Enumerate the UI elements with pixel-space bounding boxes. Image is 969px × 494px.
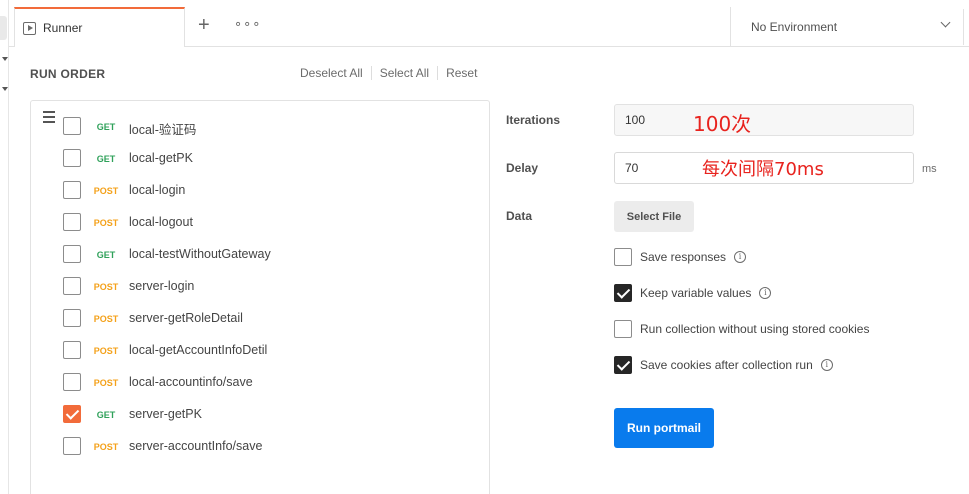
request-name: server-getPK	[129, 407, 202, 421]
environment-selector[interactable]: No Environment	[730, 7, 969, 47]
divider	[963, 9, 969, 45]
option-label: Run collection without using stored cook…	[640, 322, 870, 336]
tab-runner[interactable]: Runner	[14, 7, 185, 47]
request-name: server-login	[129, 279, 195, 293]
request-checkbox[interactable]	[63, 213, 81, 231]
option-label: Keep variable values	[640, 286, 752, 300]
request-row[interactable]: GET local-testWithoutGateway	[31, 238, 489, 270]
run-button[interactable]: Run portmail	[614, 408, 714, 448]
option-row[interactable]: Keep variable values i	[614, 284, 772, 302]
iterations-input[interactable]	[614, 104, 914, 136]
http-method-badge: POST	[93, 186, 119, 196]
reset-link[interactable]: Reset	[446, 66, 477, 80]
delay-annotation: 每次间隔70ms	[702, 159, 824, 180]
chevron-down-icon	[940, 17, 951, 28]
plus-icon[interactable]: +	[198, 15, 210, 35]
tab-title: Runner	[43, 21, 83, 35]
request-row[interactable]: POST local-logout	[31, 206, 489, 238]
option-label: Save responses	[640, 250, 727, 264]
option-row[interactable]: Run collection without using stored cook…	[614, 320, 869, 338]
http-method-badge: POST	[93, 378, 119, 388]
request-name: local-logout	[129, 215, 193, 229]
request-name: local-getPK	[129, 151, 193, 165]
run-order-list: GET local-验证码 GET local-getPK POST local-logi…	[30, 100, 490, 494]
option-row[interactable]: Save responses i	[614, 248, 747, 266]
selection-actions: Deselect All Select All Reset	[300, 66, 477, 80]
select-file-button[interactable]: Select File	[614, 201, 694, 232]
http-method-badge: POST	[93, 346, 119, 356]
request-name: local-testWithoutGateway	[129, 247, 271, 261]
caret-down-icon[interactable]	[2, 87, 8, 91]
data-label: Data	[506, 209, 533, 223]
info-icon[interactable]: i	[734, 251, 747, 263]
info-icon[interactable]: i	[820, 359, 833, 371]
http-method-badge: GET	[96, 410, 116, 420]
request-name: server-getRoleDetail	[129, 311, 243, 325]
request-checkbox[interactable]	[63, 149, 81, 167]
divider	[437, 66, 439, 80]
request-row[interactable]: GET local-验证码	[31, 110, 489, 142]
option-checkbox[interactable]	[614, 248, 632, 266]
runner-icon	[23, 21, 36, 35]
request-checkbox[interactable]	[63, 341, 81, 359]
request-checkbox[interactable]	[63, 181, 81, 199]
option-label: Save cookies after collection run	[640, 358, 813, 372]
request-checkbox[interactable]	[63, 117, 81, 135]
request-checkbox[interactable]	[63, 277, 81, 295]
request-row[interactable]: POST local-login	[31, 174, 489, 206]
option-checkbox[interactable]	[614, 356, 632, 374]
request-name: local-login	[129, 183, 186, 197]
request-checkbox[interactable]	[63, 373, 81, 391]
http-method-badge: GET	[96, 250, 116, 260]
tab-bar: Runner + ∘∘∘ No Environment	[9, 0, 969, 47]
http-method-badge: GET	[96, 122, 116, 132]
request-name: server-accountInfo/save	[129, 439, 263, 453]
request-checkbox[interactable]	[63, 245, 81, 263]
sidebar-fragment	[0, 16, 7, 40]
delay-unit: ms	[922, 163, 937, 175]
option-row[interactable]: Save cookies after collection run i	[614, 356, 833, 374]
request-name: local-accountinfo/save	[129, 375, 253, 389]
http-method-badge: POST	[93, 282, 119, 292]
info-icon[interactable]: i	[759, 287, 772, 299]
request-row[interactable]: GET local-getPK	[31, 142, 489, 174]
request-row[interactable]: POST server-accountInfo/save	[31, 430, 489, 462]
divider	[370, 66, 372, 80]
run-order-title: RUN ORDER	[30, 67, 106, 81]
http-method-badge: POST	[93, 314, 119, 324]
http-method-badge: POST	[93, 442, 119, 452]
left-sidebar-edge	[0, 0, 9, 494]
request-row[interactable]: POST server-getRoleDetail	[31, 302, 489, 334]
request-name: local-验证码	[129, 123, 197, 137]
option-checkbox[interactable]	[614, 320, 632, 338]
deselect-all-link[interactable]: Deselect All	[300, 66, 363, 80]
http-method-badge: POST	[93, 218, 119, 228]
more-icon[interactable]: ∘∘∘	[234, 16, 261, 32]
request-row[interactable]: POST server-login	[31, 270, 489, 302]
request-row[interactable]: POST local-getAccountInfoDetil	[31, 334, 489, 366]
request-checkbox[interactable]	[63, 437, 81, 455]
request-checkbox[interactable]	[63, 405, 81, 423]
iterations-annotation: 100次	[693, 112, 752, 136]
request-name: local-getAccountInfoDetil	[129, 343, 268, 357]
request-row[interactable]: POST local-accountinfo/save	[31, 366, 489, 398]
caret-down-icon[interactable]	[2, 57, 8, 61]
delay-label: Delay	[506, 161, 539, 175]
request-row[interactable]: GET server-getPK	[31, 398, 489, 430]
request-checkbox[interactable]	[63, 309, 81, 327]
option-checkbox[interactable]	[614, 284, 632, 302]
select-all-link[interactable]: Select All	[380, 66, 429, 80]
environment-label: No Environment	[751, 20, 838, 34]
iterations-label: Iterations	[506, 113, 561, 127]
http-method-badge: GET	[96, 154, 116, 164]
